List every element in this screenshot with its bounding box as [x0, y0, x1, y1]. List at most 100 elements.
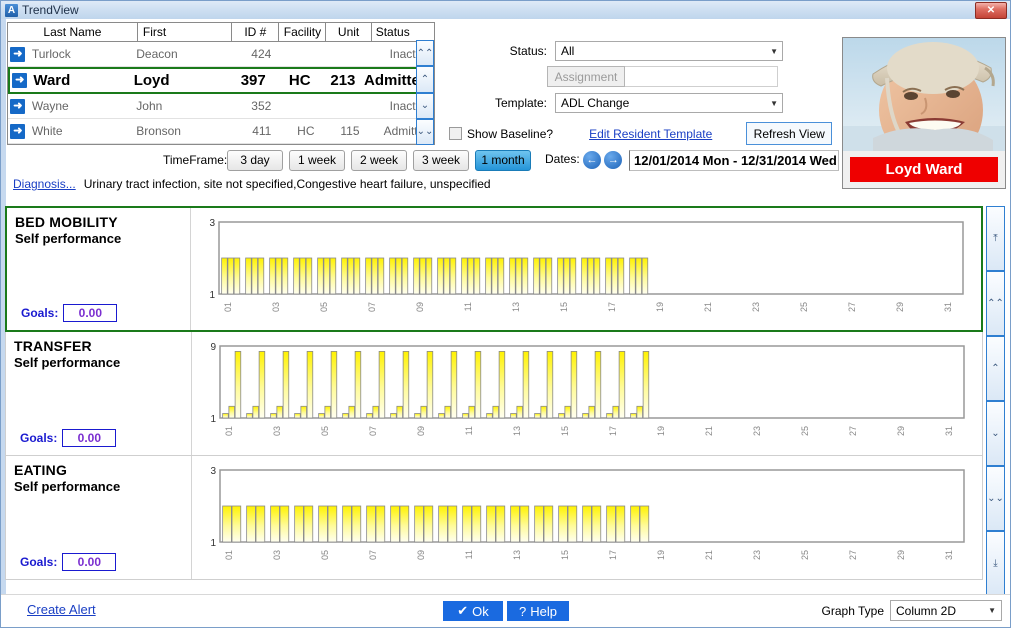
- template-label: Template:: [494, 96, 547, 110]
- svg-text:29: 29: [896, 426, 906, 436]
- table-row[interactable]: ➜ Wayne John 352 Inactive: [8, 94, 434, 119]
- row-go-icon[interactable]: ➜: [10, 73, 29, 88]
- scroll-page-down-button[interactable]: ⌄⌄: [986, 466, 1005, 531]
- arrow-left-icon[interactable]: ←: [583, 151, 602, 169]
- svg-text:27: 27: [847, 302, 857, 312]
- scroll-last-button[interactable]: ⤓: [986, 531, 1005, 596]
- scroll-up-button[interactable]: ⌃: [416, 66, 434, 93]
- cell-id: 424: [251, 47, 272, 61]
- row-go-icon[interactable]: ➜: [8, 98, 28, 114]
- ok-button[interactable]: ✔ Ok: [443, 601, 503, 621]
- svg-text:23: 23: [752, 550, 762, 560]
- goals-group: Goals: 0.00: [20, 429, 117, 447]
- template-select[interactable]: ADL Change ▼: [555, 93, 783, 113]
- date-range-field[interactable]: 12/01/2014 Mon - 12/31/2014 Wed: [629, 149, 839, 171]
- timeframe-button-3-week[interactable]: 3 week: [413, 149, 469, 171]
- chart-panel-bed-mobility[interactable]: BED MOBILITY Self performance Goals: 0.00 1 3…: [5, 206, 983, 332]
- svg-text:17: 17: [607, 302, 617, 312]
- chart-panel-info: EATING Self performance Goals: 0.00: [6, 456, 192, 579]
- svg-text:25: 25: [800, 426, 810, 436]
- svg-text:9: 9: [210, 342, 216, 353]
- diagnosis-row: Diagnosis... Urinary tract infection, si…: [1, 173, 1010, 195]
- column-header-unit[interactable]: Unit: [326, 23, 372, 41]
- goals-value-field[interactable]: 0.00: [62, 429, 117, 447]
- column-header-facility[interactable]: Facility: [279, 23, 327, 41]
- chart-plot-area: 1 3 01 03 05 07 09 11 13 15 17 19 21 23 25 27 29 31: [191, 208, 981, 330]
- create-alert-link[interactable]: Create Alert: [27, 602, 96, 617]
- cell-last-name: White: [31, 124, 63, 138]
- svg-text:29: 29: [896, 550, 906, 560]
- dates-label-text: Dates:: [545, 152, 580, 166]
- refresh-view-button[interactable]: Refresh View: [746, 122, 833, 145]
- timeframe-button-2-week[interactable]: 2 week: [351, 149, 407, 171]
- scroll-down-button[interactable]: ⌄: [416, 92, 434, 119]
- cell-unit: 115: [340, 124, 360, 138]
- diagnosis-link[interactable]: Diagnosis...: [13, 177, 76, 191]
- svg-text:03: 03: [272, 426, 282, 436]
- title-bar: A TrendView ✕: [1, 1, 1010, 19]
- timeframe-button-3-day[interactable]: 3 day: [227, 149, 283, 171]
- resident-list-scrollbar[interactable]: ⌃⌃ ⌃ ⌄ ⌄⌄: [416, 40, 434, 145]
- cell-id: 397: [240, 72, 266, 89]
- svg-text:13: 13: [512, 426, 522, 436]
- arrow-right-icon[interactable]: →: [604, 151, 623, 169]
- svg-text:21: 21: [704, 550, 714, 560]
- chart-title: BED MOBILITY: [15, 214, 118, 230]
- goals-value-field[interactable]: 0.00: [63, 304, 118, 322]
- edit-resident-template-link[interactable]: Edit Resident Template: [589, 127, 712, 141]
- chart-subtitle: Self performance: [14, 355, 121, 370]
- svg-text:31: 31: [944, 426, 954, 436]
- svg-text:1: 1: [210, 414, 216, 425]
- svg-text:3: 3: [209, 218, 215, 229]
- row-go-icon[interactable]: ➜: [8, 123, 28, 139]
- timeframe-label: TimeFrame:: [163, 153, 228, 167]
- svg-text:27: 27: [848, 426, 858, 436]
- scroll-first-button[interactable]: ⤒: [986, 206, 1005, 271]
- scroll-down-button[interactable]: ⌄: [986, 401, 1005, 466]
- svg-text:05: 05: [320, 426, 330, 436]
- show-baseline-checkbox[interactable]: [449, 127, 462, 140]
- chart-panel-transfer[interactable]: TRANSFER Self performance Goals: 0.00 1 9 01 03…: [5, 332, 983, 456]
- scroll-page-up-button[interactable]: ⌃⌃: [986, 271, 1005, 336]
- column-header-id[interactable]: ID #: [232, 23, 280, 41]
- svg-text:09: 09: [416, 426, 426, 436]
- chart-panel-info: TRANSFER Self performance Goals: 0.00: [6, 332, 192, 455]
- charts-scrollbar[interactable]: ⤒ ⌃⌃ ⌃ ⌄ ⌄⌄ ⤓: [986, 206, 1005, 596]
- assignment-field[interactable]: [625, 66, 778, 87]
- chart-title: EATING: [14, 462, 68, 478]
- column-header-last-name[interactable]: Last Name: [8, 23, 138, 41]
- column-header-first-name[interactable]: First: [138, 23, 233, 41]
- timeframe-button-1-month[interactable]: 1 month: [475, 149, 531, 171]
- table-row[interactable]: ➜ Ward Loyd 397 HC 213 Admitted: [8, 67, 434, 94]
- svg-text:03: 03: [271, 302, 281, 312]
- assignment-button[interactable]: Assignment: [547, 66, 625, 87]
- scroll-bottom-button[interactable]: ⌄⌄: [416, 118, 434, 145]
- svg-text:21: 21: [704, 426, 714, 436]
- baseline-row: Show Baseline? Edit Resident Template Re…: [449, 122, 839, 145]
- goals-label: Goals:: [21, 306, 59, 320]
- trendview-window: A TrendView ✕ Last Name First ID # Facil…: [0, 0, 1011, 628]
- chevron-down-icon: ▼: [770, 46, 778, 56]
- help-button[interactable]: ? Help: [507, 601, 569, 621]
- template-select-value: ADL Change: [561, 96, 630, 110]
- status-select[interactable]: All ▼: [555, 41, 783, 61]
- close-icon[interactable]: ✕: [975, 2, 1007, 19]
- scroll-up-button[interactable]: ⌃: [986, 336, 1005, 401]
- chart-panel-eating[interactable]: EATING Self performance Goals: 0.00 1 3 01 03 05…: [5, 456, 983, 580]
- scroll-top-button[interactable]: ⌃⌃: [416, 40, 434, 67]
- row-go-icon[interactable]: ➜: [8, 46, 28, 62]
- table-row[interactable]: ➜ Turlock Deacon 424 Inactive: [8, 42, 434, 67]
- top-section: Last Name First ID # Facility Unit Statu…: [1, 19, 1010, 189]
- graph-type-select[interactable]: Column 2D ▼: [890, 600, 1002, 621]
- chart-svg: 1301 03 05 07 09 11 13 15 17 19 21 23 25 27 29 31: [210, 466, 965, 560]
- column-header-status[interactable]: Status: [372, 23, 434, 41]
- goals-value-field[interactable]: 0.00: [62, 553, 117, 571]
- timeframe-button-1-week[interactable]: 1 week: [289, 149, 345, 171]
- resident-table: Last Name First ID # Facility Unit Statu…: [7, 22, 435, 145]
- cell-id: 352: [251, 99, 272, 113]
- svg-text:31: 31: [943, 302, 953, 312]
- svg-text:13: 13: [511, 302, 521, 312]
- table-row[interactable]: ➜ White Bronson 411 HC 115 Admitted: [8, 119, 434, 144]
- chart-panel-info: BED MOBILITY Self performance Goals: 0.00: [7, 208, 191, 330]
- template-row: Template: ADL Change ▼: [449, 93, 839, 113]
